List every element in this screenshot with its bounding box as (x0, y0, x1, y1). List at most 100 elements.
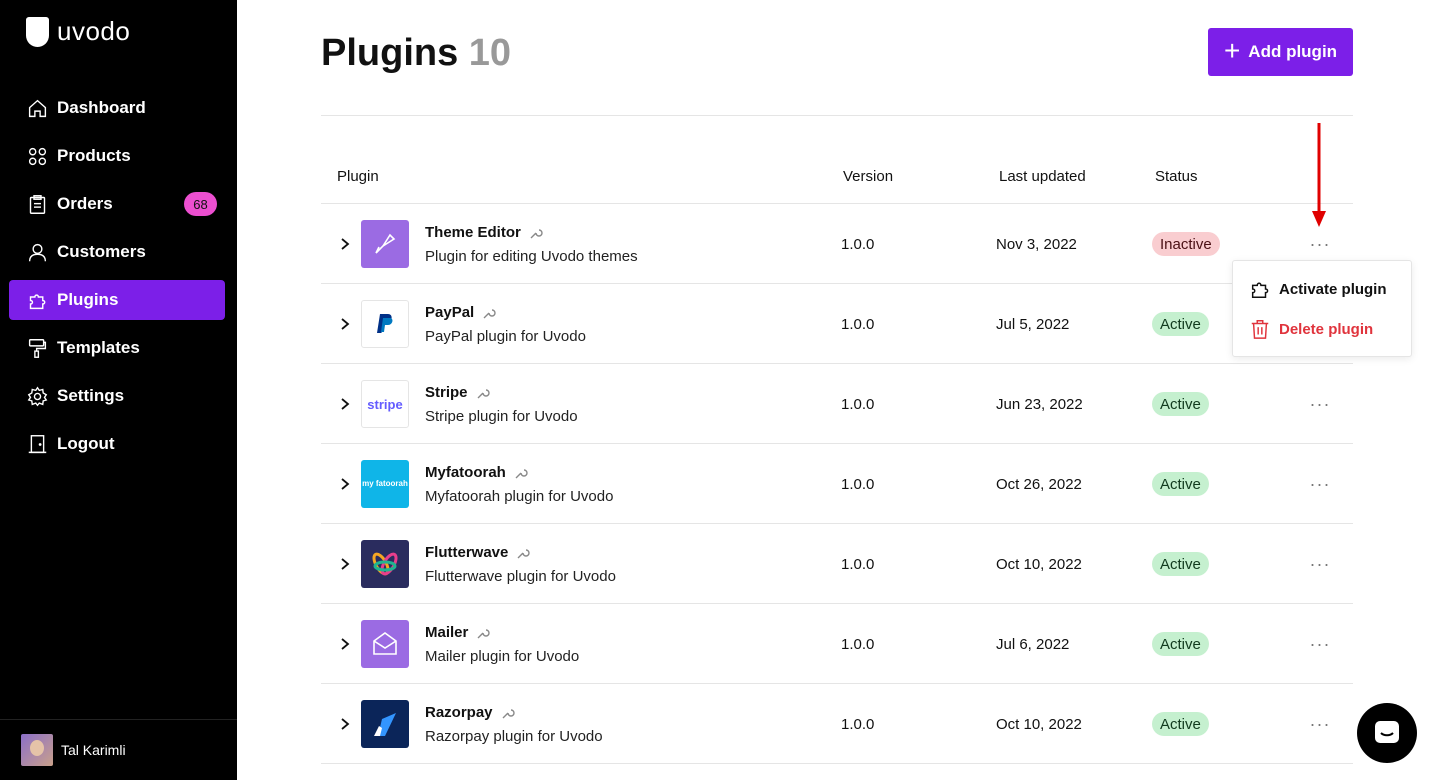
plugin-description: Razorpay plugin for Uvodo (425, 728, 603, 745)
plugin-last-updated: Jul 6, 2022 (996, 636, 1070, 653)
delete-plugin-label: Delete plugin (1279, 320, 1374, 338)
page-header: Plugins 10 + Add plugin (321, 28, 1353, 76)
sidebar-item-templates[interactable]: Templates (9, 328, 225, 368)
sidebar-item-label: Settings (57, 386, 125, 405)
plugin-description: Myfatoorah plugin for Uvodo (425, 488, 614, 505)
plugin-name-text: Flutterwave (425, 544, 509, 561)
plugin-name: Myfatoorah (425, 464, 528, 481)
status-badge: Active (1152, 312, 1209, 336)
activate-plugin-label: Activate plugin (1279, 280, 1387, 298)
sidebar-item-label: Templates (57, 338, 140, 357)
plugin-description: Plugin for editing Uvodo themes (425, 248, 638, 265)
trash-icon (1251, 320, 1269, 339)
status-badge: Active (1152, 392, 1209, 416)
door-icon (26, 433, 48, 455)
wrench-icon (476, 626, 491, 640)
more-options-icon[interactable]: ··· (1306, 470, 1334, 498)
more-options-icon[interactable]: ··· (1306, 390, 1334, 418)
plugin-name-text: Razorpay (425, 704, 493, 721)
sidebar-nav: Dashboard Products Orders 68 Customers P… (9, 88, 225, 472)
wrench-icon (516, 546, 531, 560)
add-plugin-button[interactable]: + Add plugin (1208, 28, 1353, 76)
uvodo-logo-mark (26, 16, 49, 47)
more-options-icon[interactable]: ··· (1306, 230, 1334, 258)
plugin-name-text: Theme Editor (425, 224, 521, 241)
plugin-last-updated: Oct 26, 2022 (996, 476, 1082, 493)
plugin-version: 1.0.0 (841, 236, 875, 253)
user-profile[interactable]: Tal Karimli (0, 719, 237, 780)
annotation-arrow-icon (1312, 123, 1326, 227)
plugin-name-text: Mailer (425, 624, 469, 641)
sidebar-item-label: Plugins (57, 290, 119, 309)
status-badge: Inactive (1152, 232, 1220, 256)
column-header-plugin: Plugin (337, 168, 379, 185)
header-divider (321, 115, 1353, 116)
sidebar-item-customers[interactable]: Customers (9, 232, 225, 272)
sidebar-item-label: Products (57, 146, 131, 165)
plugin-name: Theme Editor (425, 224, 543, 241)
home-icon (26, 97, 48, 119)
chevron-right-icon[interactable] (338, 316, 352, 332)
avatar (21, 734, 53, 766)
gear-icon (26, 385, 48, 407)
sidebar-item-plugins[interactable]: Plugins (9, 280, 225, 320)
plugin-version: 1.0.0 (841, 636, 875, 653)
plugin-last-updated: Jun 23, 2022 (996, 396, 1083, 413)
page-title: Plugins 10 (321, 32, 511, 75)
delete-plugin-menu-item[interactable]: Delete plugin (1249, 318, 1373, 340)
plugin-name: Mailer (425, 624, 491, 641)
myfatoorah-logo: my fatoorah (361, 460, 409, 508)
chevron-right-icon[interactable] (338, 396, 352, 412)
chevron-right-icon[interactable] (338, 716, 352, 732)
plugin-table-body: Theme Editor Plugin for editing Uvodo th… (321, 204, 1353, 764)
sidebar-item-logout[interactable]: Logout (9, 424, 225, 464)
sidebar-item-settings[interactable]: Settings (9, 376, 225, 416)
status-badge: Active (1152, 472, 1209, 496)
plugin-name-text: PayPal (425, 304, 475, 321)
more-options-icon[interactable]: ··· (1306, 550, 1334, 578)
clipboard-icon (26, 193, 48, 215)
plugin-version: 1.0.0 (841, 716, 875, 733)
plugin-name: Flutterwave (425, 544, 531, 561)
puzzle-icon (1251, 282, 1269, 298)
flutterwave-logo (361, 540, 409, 588)
razorpay-logo (361, 700, 409, 748)
orders-count-badge: 68 (184, 192, 217, 216)
page-title-text: Plugins (321, 32, 459, 74)
plus-icon: + (1223, 34, 1241, 66)
more-options-icon[interactable]: ··· (1306, 630, 1334, 658)
wrench-icon (501, 706, 515, 720)
sidebar-item-products[interactable]: Products (9, 136, 225, 176)
wrench-icon (514, 466, 528, 480)
sidebar-item-orders[interactable]: Orders 68 (9, 184, 225, 224)
table-row: stripe Stripe Stripe plugin for Uvodo 1.… (321, 364, 1353, 444)
table-row: my fatoorah Myfatoorah Myfatoorah plugin… (321, 444, 1353, 524)
sidebar-item-label: Dashboard (57, 98, 146, 117)
chevron-right-icon[interactable] (338, 636, 352, 652)
column-header-version: Version (843, 168, 894, 185)
status-badge: Active (1152, 632, 1209, 656)
plugin-description: PayPal plugin for Uvodo (425, 328, 586, 345)
theme-editor-logo (361, 220, 409, 268)
table-row: Mailer Mailer plugin for Uvodo 1.0.0 Jul… (321, 604, 1353, 684)
chevron-right-icon[interactable] (338, 556, 352, 572)
chat-launcher-button[interactable] (1357, 703, 1417, 763)
status-badge: Active (1152, 552, 1209, 576)
column-header-last-updated: Last updated (999, 168, 1086, 185)
activate-plugin-menu-item[interactable]: Activate plugin (1249, 278, 1387, 300)
plugin-count: 10 (468, 32, 512, 74)
chevron-right-icon[interactable] (338, 476, 352, 492)
sidebar-item-label: Customers (57, 242, 146, 261)
stripe-logo-text: stripe (367, 396, 403, 412)
more-options-icon[interactable]: ··· (1306, 710, 1334, 738)
chevron-right-icon[interactable] (338, 236, 352, 252)
plugin-last-updated: Jul 5, 2022 (996, 316, 1070, 333)
plugin-description: Mailer plugin for Uvodo (425, 648, 580, 665)
sidebar-item-dashboard[interactable]: Dashboard (9, 88, 225, 128)
grid-icon (26, 145, 48, 167)
brand-logo[interactable]: uvodo (26, 16, 130, 47)
plugin-name: Razorpay (425, 704, 515, 721)
chat-icon (1375, 721, 1399, 743)
mailer-logo (361, 620, 409, 668)
plugin-name-text: Stripe (425, 384, 468, 401)
